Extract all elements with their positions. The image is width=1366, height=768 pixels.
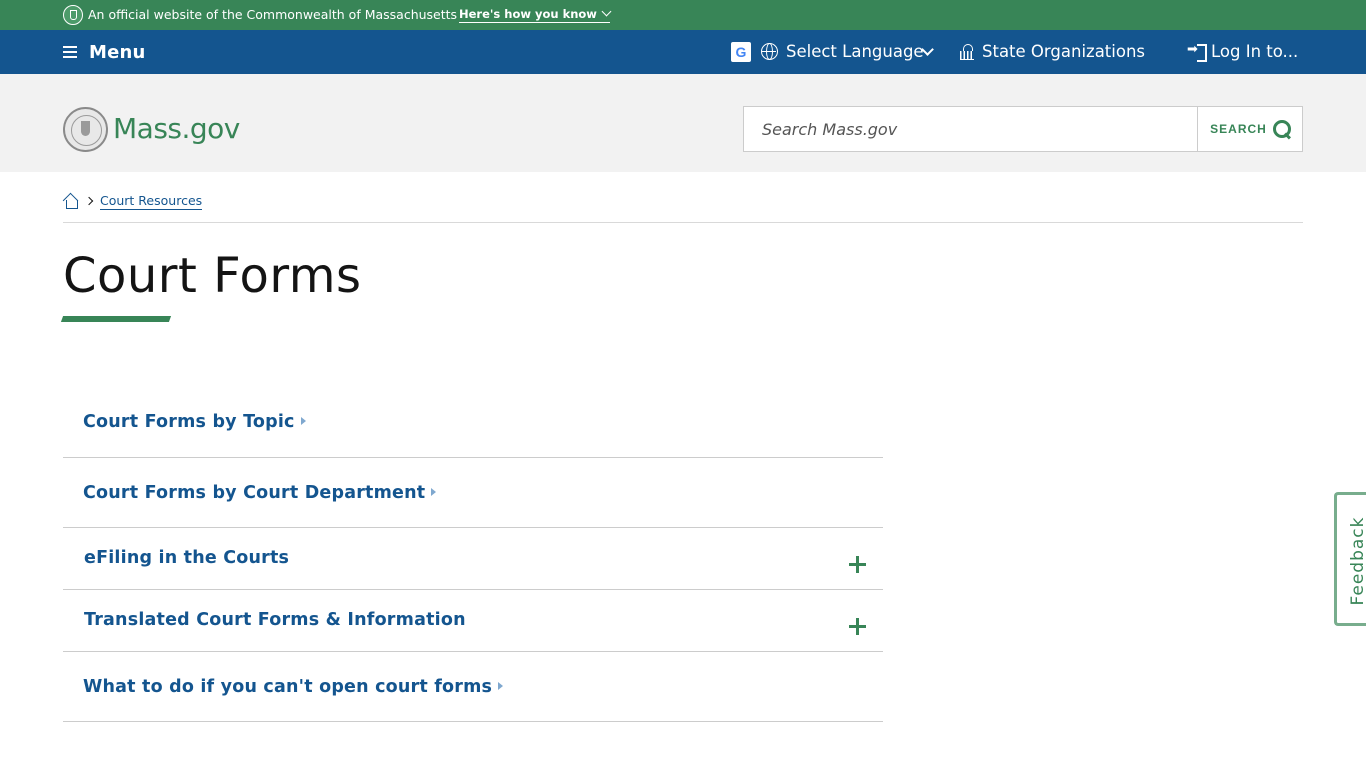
cant-open-forms-link[interactable]: What to do if you can't open court forms: [83, 677, 504, 697]
state-organizations-button[interactable]: State Organizations: [982, 42, 1145, 61]
google-translate-icon: G: [731, 42, 751, 62]
accordion-translated-forms[interactable]: Translated Court Forms & Information: [63, 590, 883, 652]
translated-forms-accordion-label[interactable]: Translated Court Forms & Information: [84, 610, 466, 630]
seal-icon: [63, 5, 83, 25]
menu-button[interactable]: Menu: [63, 40, 146, 64]
how-you-know-label: Here's how you know: [459, 7, 597, 21]
link-row-forms-by-department[interactable]: Court Forms by Court Department: [63, 458, 883, 528]
breadcrumb-divider: [63, 222, 1303, 223]
link-row-cant-open-forms[interactable]: What to do if you can't open court forms: [63, 652, 883, 722]
forms-by-topic-link[interactable]: Court Forms by Topic: [83, 412, 306, 432]
forms-by-department-link[interactable]: Court Forms by Court Department: [83, 483, 437, 503]
forms-by-topic-label: Court Forms by Topic: [83, 412, 295, 432]
arrow-right-icon: [498, 682, 504, 690]
globe-icon: [761, 42, 778, 60]
plus-expand-icon[interactable]: [849, 618, 866, 635]
chevron-down-icon: [601, 6, 612, 17]
title-underline: [60, 316, 172, 322]
official-site-banner: An official website of the Commonwealth …: [0, 0, 1366, 30]
breadcrumb: Court Resources: [63, 191, 203, 211]
forms-by-department-label: Court Forms by Court Department: [83, 483, 426, 503]
breadcrumb-link-court-resources[interactable]: Court Resources: [100, 193, 203, 210]
chevron-right-icon: [84, 196, 94, 206]
search-input[interactable]: [744, 107, 1198, 151]
official-site-text: An official website of the Commonwealth …: [88, 7, 458, 22]
how-you-know-link[interactable]: Here's how you know: [459, 6, 612, 23]
login-icon: [1187, 42, 1207, 62]
feedback-tab[interactable]: Feedback: [1334, 492, 1366, 626]
select-language-button[interactable]: Select Language: [786, 42, 924, 61]
home-icon[interactable]: [63, 193, 79, 209]
cant-open-forms-label: What to do if you can't open court forms: [83, 677, 493, 697]
page-title: Court Forms: [63, 248, 362, 304]
site-header: Mass.gov SEARCH: [0, 74, 1366, 172]
login-button[interactable]: Log In to...: [1211, 42, 1298, 61]
accordion-efiling[interactable]: eFiling in the Courts: [63, 528, 883, 590]
massachusetts-seal-logo[interactable]: [63, 107, 108, 152]
capitol-building-icon: [959, 44, 975, 60]
search-button-label: SEARCH: [1210, 122, 1267, 136]
efiling-accordion-label[interactable]: eFiling in the Courts: [84, 548, 289, 568]
search-button[interactable]: SEARCH: [1199, 107, 1302, 151]
hamburger-icon: [63, 46, 77, 58]
link-row-forms-by-topic[interactable]: Court Forms by Topic: [63, 388, 883, 458]
court-forms-link-list: Court Forms by Topic Court Forms by Cour…: [63, 388, 883, 722]
main-nav: Menu G Select Language State Organizatio…: [0, 30, 1366, 74]
menu-label: Menu: [89, 41, 146, 63]
plus-expand-icon[interactable]: [849, 556, 866, 573]
search-icon: [1272, 120, 1291, 138]
feedback-label: Feedback: [1348, 516, 1366, 606]
site-logo-text[interactable]: Mass.gov: [113, 112, 240, 145]
arrow-right-icon: [431, 488, 437, 496]
arrow-right-icon: [300, 417, 306, 425]
search-form: SEARCH: [743, 106, 1303, 152]
